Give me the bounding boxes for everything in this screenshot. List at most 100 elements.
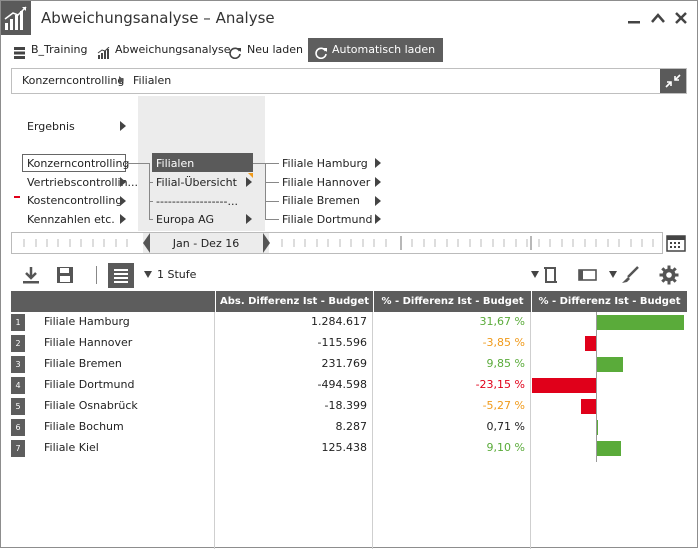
row-branch-name: Filiale Hamburg: [44, 315, 130, 328]
table-row[interactable]: 6 Filiale Bochum 8.287 0,71 %: [11, 417, 687, 438]
nav-item-europa-ag[interactable]: Europa AG: [156, 213, 214, 226]
timeline-ticks: [23, 236, 654, 250]
column-width-icon: [544, 267, 557, 283]
chevron-right-icon[interactable]: [246, 177, 252, 187]
chart-icon: [97, 44, 110, 59]
level-dropdown-icon[interactable]: [144, 271, 152, 278]
download-button[interactable]: [21, 265, 41, 285]
column-divider: [372, 312, 373, 549]
chevron-right-icon[interactable]: [375, 177, 381, 187]
row-number: 4: [11, 377, 25, 394]
breadcrumb-item-filialen[interactable]: Filialen: [133, 74, 171, 87]
breadcrumb-separator-icon: [119, 76, 124, 84]
save-button[interactable]: [55, 265, 75, 285]
header-abs-diff[interactable]: Abs. Differenz Ist - Budget: [215, 291, 373, 312]
chevron-right-icon[interactable]: [246, 214, 252, 224]
column-width-button[interactable]: [542, 265, 560, 285]
analysis-button[interactable]: Abweichungsanalyse: [95, 38, 231, 62]
row-deviation-bar: [581, 399, 596, 414]
chevron-right-icon[interactable]: [120, 196, 126, 206]
reload-button[interactable]: Neu laden: [227, 38, 303, 62]
dropdown-icon[interactable]: [531, 271, 539, 278]
nav-item-filiale-hamburg[interactable]: Filiale Hamburg: [282, 157, 368, 170]
row-pct-diff: 31,67 %: [479, 315, 525, 328]
header-pct-diff-chart[interactable]: % - Differenz Ist - Budget: [531, 291, 687, 312]
row-number: 2: [11, 335, 25, 352]
nav-item-filiale-hannover[interactable]: Filiale Hannover: [282, 176, 370, 189]
table-row[interactable]: 4 Filiale Dortmund -494.598 -23,15 %: [11, 375, 687, 396]
auto-load-label: Automatisch laden: [332, 43, 436, 56]
brush-icon: [622, 266, 639, 283]
connector-line: [265, 201, 279, 202]
table-row[interactable]: 7 Filiale Kiel 125.438 9,10 %: [11, 438, 687, 459]
row-abs-diff: -115.596: [317, 336, 367, 349]
nav-item-kennzahlen[interactable]: Kennzahlen etc.: [27, 213, 115, 226]
database-icon: [13, 44, 26, 59]
chevron-right-icon[interactable]: [375, 196, 381, 206]
row-pct-diff: 9,85 %: [486, 357, 525, 370]
breadcrumb-item-konzerncontrolling[interactable]: Konzerncontrolling: [22, 74, 124, 87]
table-row[interactable]: 5 Filiale Osnabrück -18.399 -5,27 %: [11, 396, 687, 417]
connector-line: [149, 163, 150, 220]
calendar-button[interactable]: [664, 232, 688, 254]
refresh-icon: [229, 44, 242, 60]
nav-item-filiale-bremen[interactable]: Filiale Bremen: [282, 194, 360, 207]
chevron-right-icon[interactable]: [375, 158, 381, 168]
row-abs-diff: 8.287: [335, 420, 368, 433]
format-button[interactable]: [620, 265, 640, 285]
auto-load-button[interactable]: Automatisch laden: [308, 38, 444, 62]
layout-button[interactable]: [577, 266, 599, 284]
connector-line: [265, 163, 279, 164]
dropdown-icon[interactable]: [609, 271, 617, 278]
auto-refresh-icon: [315, 44, 328, 60]
column-divider: [530, 312, 531, 549]
chevron-right-icon[interactable]: [120, 214, 126, 224]
timeline-slider[interactable]: Jan - Dez 16: [11, 232, 663, 254]
row-branch-name: Filiale Hannover: [44, 336, 133, 349]
app-logo-icon: [1, 1, 31, 35]
nav-item-filial-uebersicht[interactable]: Filial-Übersicht: [156, 176, 237, 189]
main-toolbar: B_Training Abweichungsanalyse Neu laden …: [1, 37, 697, 63]
table-row[interactable]: 3 Filiale Bremen 231.769 9,85 %: [11, 354, 687, 375]
maximize-button[interactable]: [650, 10, 666, 26]
row-branch-name: Filiale Bremen: [44, 357, 122, 370]
nav-item-filiale-dortmund[interactable]: Filiale Dortmund: [282, 213, 372, 226]
row-branch-name: Filiale Kiel: [44, 441, 99, 454]
column-divider: [214, 312, 215, 549]
chevron-right-icon[interactable]: [120, 177, 126, 187]
nav-item-konzerncontrolling[interactable]: Konzerncontrolling: [27, 157, 129, 170]
row-branch-name: Filiale Dortmund: [44, 378, 135, 391]
database-button[interactable]: B_Training: [11, 38, 87, 62]
collapse-icon: [665, 74, 681, 88]
connector-line: [265, 163, 266, 220]
nav-item-ergebnis[interactable]: Ergebnis: [27, 120, 75, 133]
chevron-right-icon[interactable]: [120, 121, 126, 131]
database-label: B_Training: [31, 43, 88, 56]
list-view-button[interactable]: [108, 263, 134, 288]
nav-item-kostencontrolling[interactable]: Kostencontrolling: [27, 194, 122, 207]
app-window: Abweichungsanalyse – Analyse B_Training …: [0, 0, 698, 549]
row-deviation-bar: [596, 357, 624, 372]
row-abs-diff: -494.598: [317, 378, 367, 391]
collapse-button[interactable]: [660, 69, 686, 93]
toolbar-divider: [96, 266, 97, 284]
analysis-label: Abweichungsanalyse: [115, 43, 231, 56]
table-row[interactable]: 2 Filiale Hannover -115.596 -3,85 %: [11, 333, 687, 354]
chevron-right-icon[interactable]: [375, 214, 381, 224]
connector-line: [265, 182, 279, 183]
settings-button[interactable]: [658, 264, 680, 286]
row-deviation-bar: [596, 315, 684, 330]
header-pct-diff[interactable]: % - Differenz Ist - Budget: [373, 291, 531, 312]
row-number: 5: [11, 398, 25, 415]
row-abs-diff: 231.769: [321, 357, 368, 370]
minimize-button[interactable]: [626, 10, 642, 26]
row-pct-diff: 9,10 %: [486, 441, 525, 454]
level-label[interactable]: 1 Stufe: [157, 268, 196, 281]
nav-item-filialen[interactable]: Filialen: [156, 157, 194, 170]
close-button[interactable]: [673, 10, 689, 26]
row-branch-name: Filiale Bochum: [44, 420, 124, 433]
list-icon: [114, 269, 128, 283]
row-deviation-bar: [585, 336, 596, 351]
table-row[interactable]: 1 Filiale Hamburg 1.284.617 31,67 %: [11, 312, 687, 333]
row-deviation-bar: [531, 378, 596, 393]
